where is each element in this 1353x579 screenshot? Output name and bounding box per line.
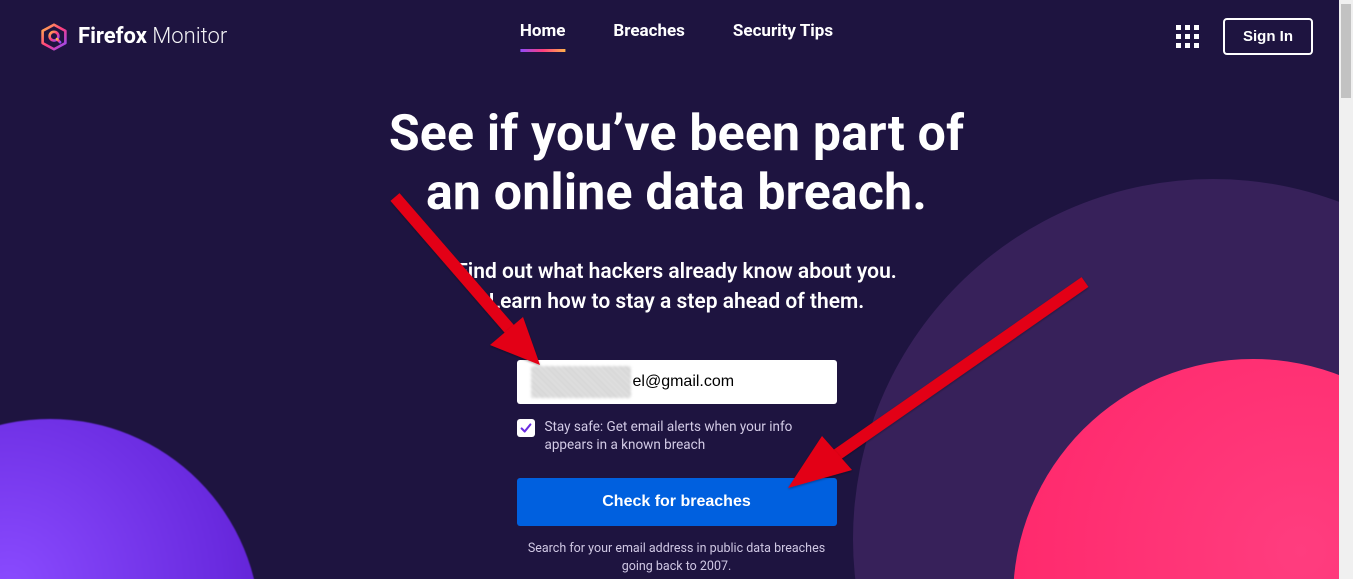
bg-blob-left [0,419,260,579]
search-hint: Search for your email address in public … [517,540,837,575]
hero-title-line1: See if you’ve been part of [389,105,964,163]
hero-title-line2: an online data breach. [426,164,927,222]
check-icon [519,421,533,435]
check-breaches-button[interactable]: Check for breaches [517,478,837,526]
hero-sub-line2: Learn how to stay a step ahead of them. [489,290,864,314]
brand-logo[interactable]: Firefox Monitor [40,23,227,51]
sign-in-button[interactable]: Sign In [1223,18,1313,55]
alerts-opt-in-row: Stay safe: Get email alerts when your in… [517,418,837,454]
breach-check-form: Stay safe: Get email alerts when your in… [517,360,837,575]
hero-sub-line1: Find out what hackers already know about… [456,260,897,284]
main-nav: Home Breaches Security Tips [520,21,833,52]
alerts-checkbox-label: Stay safe: Get email alerts when your in… [545,418,837,454]
firefox-monitor-icon [40,23,68,51]
brand-text-light: Monitor [147,24,227,49]
brand-text-bold: Firefox [78,24,147,49]
brand-text: Firefox Monitor [78,24,227,49]
hero: See if you’ve been part of an online dat… [0,105,1353,318]
header-right: Sign In [1176,18,1313,55]
hero-title: See if you’ve been part of an online dat… [0,105,1353,223]
email-input-wrapper [517,360,837,404]
nav-breaches[interactable]: Breaches [613,21,685,52]
bento-menu-icon[interactable] [1176,25,1199,48]
email-redaction-overlay [531,366,631,398]
header: Firefox Monitor Home Breaches Security T… [0,0,1353,65]
hero-subtitle: Find out what hackers already know about… [0,257,1353,318]
nav-security-tips[interactable]: Security Tips [733,21,833,52]
alerts-checkbox[interactable] [517,419,535,437]
nav-home[interactable]: Home [520,21,566,52]
